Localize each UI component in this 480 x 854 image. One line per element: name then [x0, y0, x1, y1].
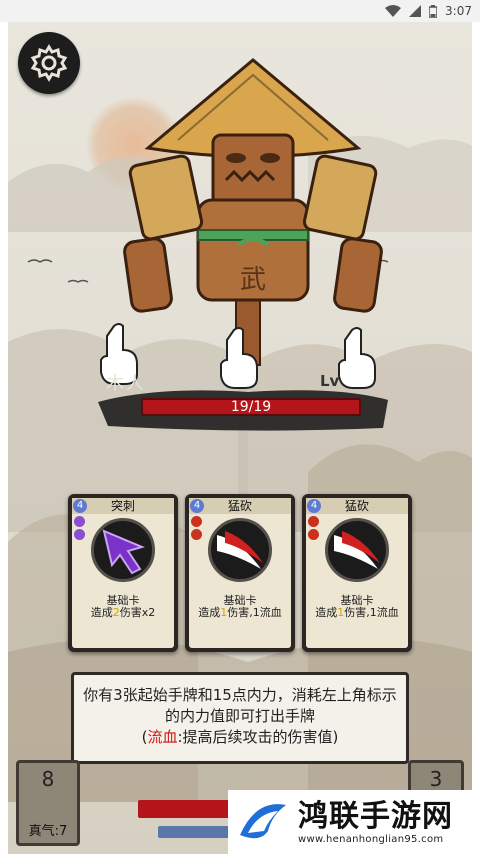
status-bar: 3:07 [0, 0, 480, 22]
signal-icon [409, 5, 422, 17]
pointing-hand-icon [220, 327, 258, 389]
energy-label: 真气:7 [28, 824, 68, 839]
card-title: 猛砍 [189, 498, 291, 514]
settings-gear-icon [30, 44, 68, 82]
watermark-text: 鸿联手游网 www.henanhonglian95.com [298, 798, 453, 845]
watermark-url: www.henanhonglian95.com [298, 833, 444, 845]
pointing-hand-icon [338, 327, 376, 389]
enemy-wooden-dummy[interactable]: 武 [118, 40, 388, 370]
card-tag-icon [74, 529, 85, 540]
card-title: 猛砍 [306, 498, 408, 514]
card-face: 猛砍 4 基础卡 造成1伤害,1流血 [189, 498, 291, 648]
tutorial-text-line2: (流血:提高后续攻击的伤害值) [141, 728, 339, 746]
enemy-name: 木人 [106, 373, 146, 394]
wifi-icon [385, 5, 402, 17]
draw-pile-count: 3 [429, 767, 443, 791]
card-title: 突刺 [72, 498, 174, 514]
card-tag-icon [191, 516, 202, 527]
card-cost: 4 [190, 499, 204, 513]
card-art-thrust-icon [91, 518, 155, 582]
watermark-title: 鸿联手游网 [298, 798, 453, 834]
card-art-slash-icon [325, 518, 389, 582]
settings-button[interactable] [18, 32, 80, 94]
hand-card-1[interactable]: 突刺 4 基础卡 造成2伤害x2 [68, 494, 178, 652]
card-cost: 4 [73, 499, 87, 513]
hand-card-2[interactable]: 猛砍 4 基础卡 造成1伤害,1流血 [185, 494, 295, 652]
card-art-slash-icon [208, 518, 272, 582]
card-face: 突刺 4 基础卡 造成2伤害x2 [72, 498, 174, 648]
game-screen: 武 木人 Lv 19/19 突刺 4 基础卡 造成2伤害x2 猛砍 4 基础卡 … [8, 22, 472, 854]
enemy-hp-bar: 19/19 [141, 398, 361, 416]
enemy-chest-glyph: 武 [240, 265, 266, 295]
tutorial-text-line1: 你有3张起始手牌和15点内力，消耗左上角标示的内力值即可打出手牌 [83, 686, 397, 725]
bleed-keyword: 流血 [147, 728, 178, 746]
card-description: 造成1伤害,1流血 [198, 606, 282, 619]
enemy-level: Lv [320, 372, 340, 390]
enemy-hp-text: 19/19 [230, 399, 272, 415]
battery-icon [429, 4, 438, 18]
energy-value: 8 [41, 767, 55, 791]
watermark-logo-icon [240, 804, 286, 839]
card-description: 造成1伤害,1流血 [315, 606, 399, 619]
card-cost: 4 [307, 499, 321, 513]
card-face: 猛砍 4 基础卡 造成1伤害,1流血 [306, 498, 408, 648]
card-tag-icon [308, 529, 319, 540]
tutorial-dialog[interactable]: 你有3张起始手牌和15点内力，消耗左上角标示的内力值即可打出手牌 (流血:提高后… [71, 672, 409, 764]
watermark-overlay: 鸿联手游网 www.henanhonglian95.com [228, 790, 472, 854]
card-tag-icon [191, 529, 202, 540]
card-description: 造成2伤害x2 [90, 606, 156, 619]
card-tag-icon [74, 516, 85, 527]
status-time: 3:07 [445, 4, 472, 18]
card-tag-icon [308, 516, 319, 527]
energy-panel: 8 真气:7 [16, 760, 80, 846]
hand-card-3[interactable]: 猛砍 4 基础卡 造成1伤害,1流血 [302, 494, 412, 652]
